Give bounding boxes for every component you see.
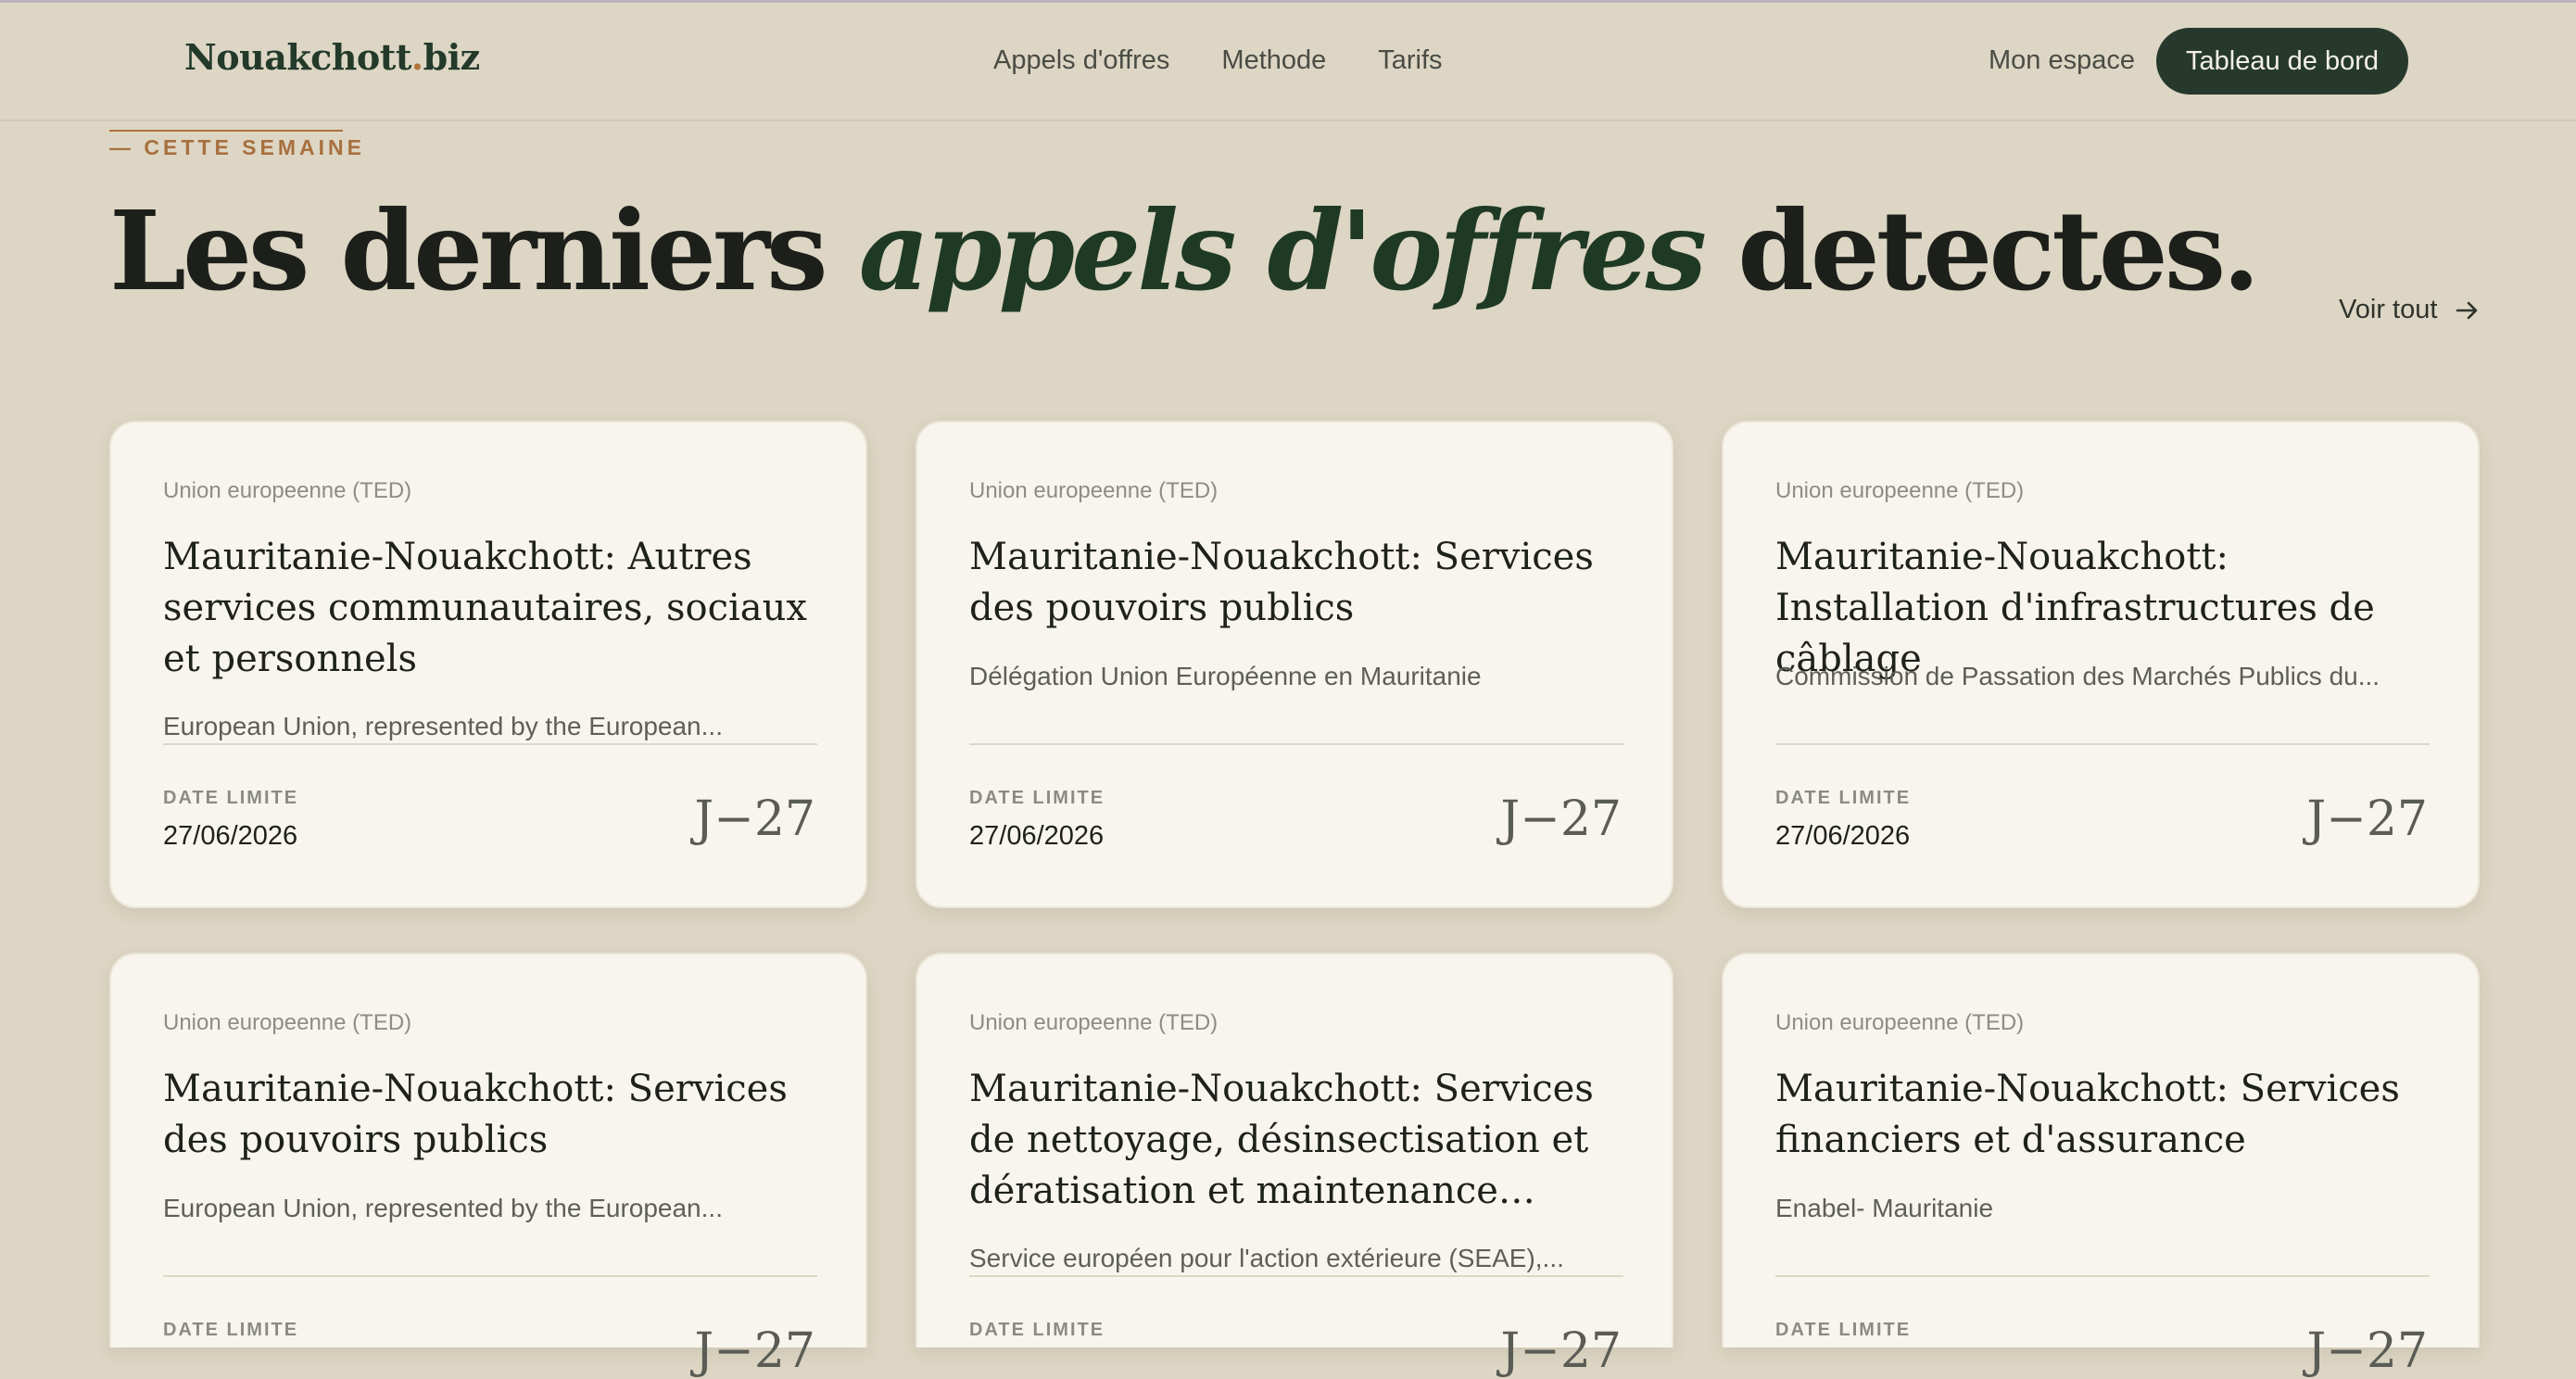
tender-source: Union europeenne (TED)	[969, 478, 1219, 503]
section-headline: Les derniers appels d'offres detectes.	[109, 185, 2260, 317]
tender-card[interactable]: Union europeenne (TED) Mauritanie-Nouakc…	[915, 953, 1673, 1379]
tender-source: Union europeenne (TED)	[163, 478, 412, 503]
countdown-badge: J−27	[694, 1323, 815, 1379]
top-navigation: Nouakchott.biz Appels d'offres Methode T…	[0, 3, 2576, 121]
countdown-badge: J−27	[2306, 791, 2428, 847]
eyebrow-rule	[109, 130, 343, 132]
tender-buyer: Commission de Passation des Marchés Publ…	[1775, 662, 2380, 690]
tender-card[interactable]: Union europeenne (TED) Mauritanie-Nouakc…	[1722, 953, 2480, 1379]
deadline-label: DATE LIMITE	[969, 1320, 1105, 1340]
countdown-badge: J−27	[1500, 1323, 1622, 1379]
headline-end: detectes.	[1703, 186, 2260, 315]
deadline-date: 27/06/2026	[1775, 821, 1911, 851]
dashboard-button[interactable]: Tableau de bord	[2156, 28, 2408, 95]
tender-title: Mauritanie-Nouakchott: Services des pouv…	[163, 1068, 788, 1161]
countdown-badge: J−27	[694, 791, 815, 847]
nav-link-appels-doffres[interactable]: Appels d'offres	[993, 45, 1169, 76]
countdown-badge: J−27	[1500, 791, 1622, 847]
deadline-label: DATE LIMITE	[163, 1320, 299, 1340]
card-divider	[163, 1275, 817, 1277]
tender-title: Mauritanie-Nouakchott: Autres services c…	[163, 536, 807, 680]
headline-emphasis: appels d'offres	[858, 186, 1707, 315]
tender-buyer: Délégation Union Européenne en Mauritani…	[969, 662, 1482, 690]
card-divider	[969, 1275, 1623, 1277]
deadline-label: DATE LIMITE	[1775, 1320, 1912, 1340]
arrow-right-icon	[2456, 301, 2478, 320]
deadline-label: DATE LIMITE	[163, 788, 299, 808]
card-divider	[1775, 1275, 2430, 1277]
section-eyebrow: — CETTE SEMAINE	[109, 135, 365, 159]
brand-tld: biz	[423, 36, 481, 78]
view-all-label: Voir tout	[2339, 295, 2438, 324]
tender-buyer: European Union, represented by the Europ…	[163, 1194, 723, 1222]
tender-buyer: Enabel- Mauritanie	[1775, 1194, 1994, 1222]
headline-start: Les derniers	[109, 186, 859, 315]
nav-link-tarifs[interactable]: Tarifs	[1378, 45, 1442, 76]
nav-link-methode[interactable]: Methode	[1221, 45, 1326, 76]
deadline-label: DATE LIMITE	[969, 788, 1105, 808]
card-divider	[163, 743, 817, 745]
brand-name: Nouakchott	[184, 36, 411, 78]
deadline-label: DATE LIMITE	[1775, 788, 1912, 808]
brand-dot: .	[410, 36, 423, 78]
account-link[interactable]: Mon espace	[1989, 45, 2135, 76]
deadline-date: 27/06/2026	[969, 821, 1105, 851]
tender-source: Union europeenne (TED)	[1775, 478, 2025, 503]
tender-buyer: European Union, represented by the Europ…	[163, 712, 723, 740]
tender-card[interactable]: Union europeenne (TED) Mauritanie-Nouakc…	[1722, 421, 2480, 908]
tender-source: Union europeenne (TED)	[969, 1010, 1219, 1035]
tender-title: Mauritanie-Nouakchott: Services de netto…	[969, 1068, 1594, 1212]
deadline-date: 27/06/2026	[163, 821, 298, 851]
tender-buyer: Service européen pour l'action extérieur…	[969, 1244, 1564, 1272]
card-divider	[969, 743, 1623, 745]
tender-source: Union europeenne (TED)	[163, 1010, 412, 1035]
tender-title: Mauritanie-Nouakchott: Services financie…	[1775, 1068, 2400, 1161]
brand-logo[interactable]: Nouakchott.biz	[184, 36, 480, 78]
tender-title: Mauritanie-Nouakchott: Services des pouv…	[969, 536, 1594, 629]
tender-source: Union europeenne (TED)	[1775, 1010, 2025, 1035]
countdown-badge: J−27	[2306, 1323, 2428, 1379]
main-menu: Appels d'offres Methode Tarifs	[993, 45, 1495, 76]
card-divider	[1775, 743, 2430, 745]
tender-card[interactable]: Union europeenne (TED) Mauritanie-Nouakc…	[109, 953, 867, 1379]
tender-card[interactable]: Union europeenne (TED) Mauritanie-Nouakc…	[109, 421, 867, 908]
tender-card[interactable]: Union europeenne (TED) Mauritanie-Nouakc…	[915, 421, 1673, 908]
view-all-link[interactable]: Voir tout	[2339, 295, 2480, 325]
